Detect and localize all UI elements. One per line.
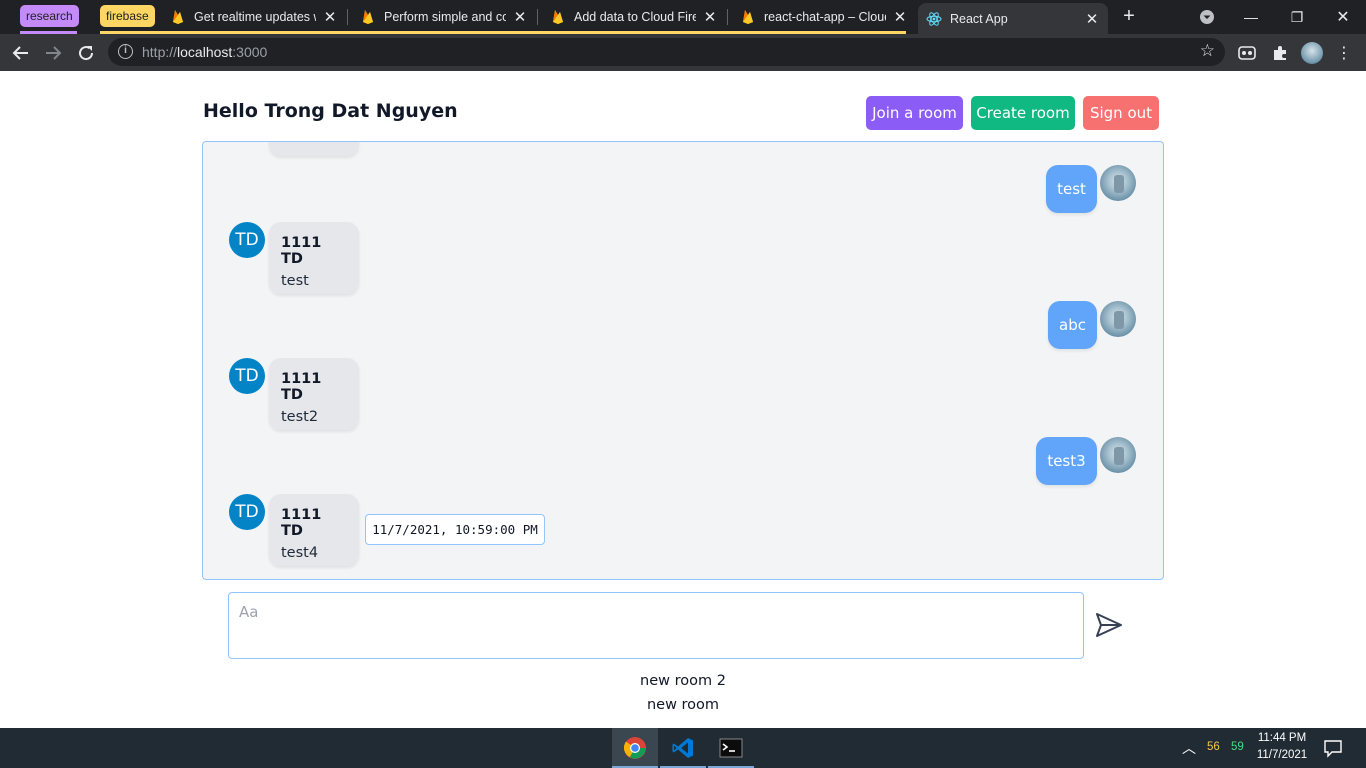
tab-react-app[interactable]: React App ✕ (918, 3, 1108, 34)
taskbar-terminal[interactable] (708, 728, 754, 768)
firebase-icon (170, 9, 186, 25)
bookmark-star-icon[interactable]: ☆ (1200, 41, 1215, 61)
incognito-extension-icon[interactable] (1235, 41, 1259, 65)
self-avatar (1100, 437, 1136, 473)
avatar-td: TD (229, 222, 265, 258)
reload-button[interactable] (73, 40, 99, 66)
tab-add-data-cloud-firestore[interactable]: Add data to Cloud Fires ✕ (542, 3, 726, 31)
join-room-button[interactable]: Join a room (866, 96, 963, 130)
windows-taskbar: ︿ 56 59 11:44 PM 11/7/2021 (0, 728, 1366, 768)
send-button[interactable] (1094, 610, 1126, 642)
action-center-icon[interactable] (1323, 738, 1343, 761)
message-sender: 1111 TD (281, 371, 322, 403)
close-tab-icon[interactable]: ✕ (702, 8, 718, 26)
back-button[interactable] (8, 40, 34, 66)
message-bubble-clipped (269, 142, 359, 156)
browser-tab-strip: research firebase Get realtime updates w… (0, 0, 1366, 34)
terminal-icon (719, 738, 743, 758)
message-text: test (281, 273, 309, 289)
tab-perform-simple[interactable]: Perform simple and com ✕ (352, 3, 536, 31)
firebase-icon (550, 9, 566, 25)
new-tab-button[interactable]: + (1117, 4, 1141, 28)
close-tab-icon[interactable]: ✕ (1084, 10, 1100, 28)
tab-title: react-chat-app – Cloud (764, 10, 886, 24)
chat-app-page: Hello Trong Dat Nguyen Join a room Creat… (0, 71, 1366, 728)
message-input[interactable] (229, 593, 1083, 658)
reload-icon (79, 46, 94, 61)
tray-chevron-up-icon[interactable]: ︿ (1182, 738, 1196, 758)
avatar-td: TD (229, 494, 265, 530)
tab-divider (727, 9, 728, 25)
extensions-puzzle-icon[interactable] (1268, 41, 1292, 65)
address-bar[interactable]: i http://localhost:3000 ☆ (108, 38, 1225, 66)
react-icon (926, 11, 942, 27)
tab-title: React App (950, 11, 1008, 26)
tab-group-research[interactable]: research (20, 5, 79, 27)
tab-title: Get realtime updates wi (194, 10, 316, 24)
url-text: http://localhost:3000 (142, 44, 268, 60)
message-composer[interactable] (228, 592, 1084, 659)
close-tab-icon[interactable]: ✕ (322, 8, 338, 26)
profile-avatar[interactable] (1300, 41, 1324, 65)
room-list-item[interactable]: new room (0, 697, 1366, 713)
sign-out-button[interactable]: Sign out (1083, 96, 1159, 130)
self-avatar (1100, 165, 1136, 201)
browser-toolbar: i http://localhost:3000 ☆ ⋮ (0, 34, 1366, 71)
close-window-button[interactable]: ✕ (1320, 0, 1366, 34)
restore-button[interactable]: ❐ (1274, 0, 1320, 34)
incoming-message-bubble: 1111 TD test4 (269, 494, 359, 566)
message-text: test2 (281, 409, 319, 425)
chevron-down-icon (1200, 10, 1214, 24)
outgoing-message-bubble: test3 (1036, 437, 1097, 485)
taskbar-chrome[interactable] (612, 728, 658, 768)
taskbar-vscode[interactable] (660, 728, 706, 768)
forward-button[interactable] (40, 40, 66, 66)
self-avatar (1100, 301, 1136, 337)
tray-counter-2: 59 (1231, 741, 1244, 753)
close-tab-icon[interactable]: ✕ (512, 8, 528, 26)
send-paper-plane-icon (1096, 613, 1122, 637)
chrome-icon (623, 737, 646, 759)
incoming-message-bubble: 1111 TD test (269, 222, 359, 294)
clock-date[interactable]: 11/7/2021 (1255, 749, 1309, 761)
tab-search-button[interactable] (1184, 0, 1230, 34)
outgoing-message-bubble: abc (1048, 301, 1097, 349)
timestamp-tooltip: 11/7/2021, 10:59:00 PM (365, 514, 545, 545)
clock-time[interactable]: 11:44 PM (1257, 732, 1307, 744)
tab-group-firebase[interactable]: firebase (100, 5, 155, 27)
greeting-title: Hello Trong Dat Nguyen (203, 100, 458, 122)
incoming-message-bubble: 1111 TD test2 (269, 358, 359, 430)
close-tab-icon[interactable]: ✕ (892, 8, 908, 26)
chrome-menu-icon[interactable]: ⋮ (1332, 41, 1356, 65)
outgoing-message-bubble: test (1046, 165, 1097, 213)
tab-title: Perform simple and com (384, 10, 506, 24)
arrow-right-icon (46, 46, 62, 60)
tray-counter-1: 56 (1207, 741, 1220, 753)
tab-title: Add data to Cloud Fires (574, 10, 696, 24)
firebase-icon (360, 9, 376, 25)
message-sender: 1111 TD (281, 235, 322, 267)
message-sender: 1111 TD (281, 507, 322, 539)
tab-react-chat-app-cloud[interactable]: react-chat-app – Cloud ✕ (732, 3, 916, 31)
avatar-td: TD (229, 358, 265, 394)
message-list[interactable]: test TD 1111 TD test abc TD 1111 TD test… (202, 141, 1164, 580)
tab-divider (347, 9, 348, 25)
vscode-icon (672, 738, 693, 758)
create-room-button[interactable]: Create room (971, 96, 1075, 130)
message-text: test4 (281, 545, 319, 561)
firebase-icon (740, 9, 756, 25)
room-list-item[interactable]: new room 2 (0, 673, 1366, 689)
arrow-left-icon (12, 46, 28, 60)
minimize-button[interactable]: — (1228, 0, 1274, 34)
tab-get-realtime-updates[interactable]: Get realtime updates wi ✕ (162, 3, 346, 31)
info-icon[interactable]: i (118, 44, 133, 59)
tab-divider (537, 9, 538, 25)
